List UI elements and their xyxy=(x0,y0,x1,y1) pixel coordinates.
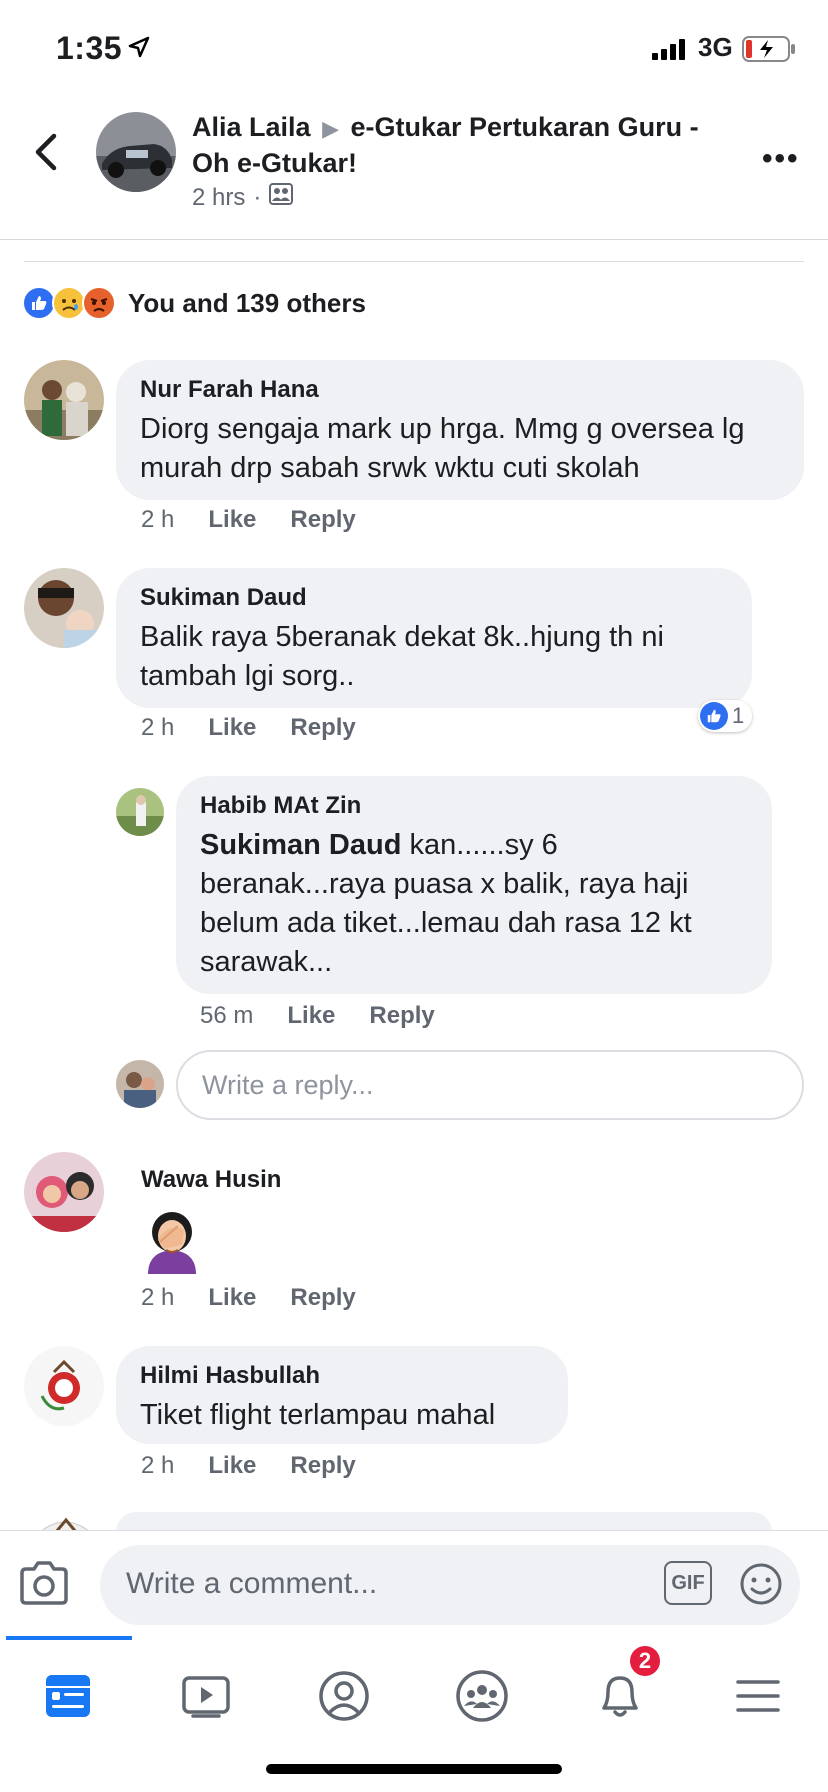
reactions-summary[interactable]: You and 139 others xyxy=(22,286,366,320)
back-button[interactable] xyxy=(30,130,70,180)
reply-button[interactable]: Reply xyxy=(290,506,355,534)
commenter-name[interactable]: Nur Farah Hana xyxy=(140,374,780,406)
camera-icon[interactable] xyxy=(18,1559,70,1612)
comment-actions: 2 h Like Reply xyxy=(141,1452,356,1480)
commenter-name[interactable]: Hilmi Hasbullah xyxy=(140,1360,544,1392)
chevron-left-icon xyxy=(35,133,57,171)
like-button[interactable]: Like xyxy=(208,506,256,534)
meta-separator: · xyxy=(253,183,262,211)
tab-menu[interactable] xyxy=(718,1656,798,1736)
reply-time: 56 m xyxy=(200,1002,254,1029)
comment-time: 2 h xyxy=(141,714,175,741)
comment-time: 2 h xyxy=(141,1284,175,1311)
group-privacy-icon xyxy=(269,183,294,212)
author-name[interactable]: Alia Laila xyxy=(192,112,311,142)
like-button[interactable]: Like xyxy=(208,1284,256,1312)
groups-icon xyxy=(456,1670,508,1722)
more-options-icon[interactable]: ••• xyxy=(762,142,800,176)
comment-actions: 2 h Like Reply xyxy=(141,1284,356,1312)
commenter-avatar[interactable] xyxy=(26,1512,104,1532)
comment-time: 2 h xyxy=(141,506,175,533)
comment-text: Diorg sengaja mark up hrga. Mmg g overse… xyxy=(140,413,745,484)
like-count: 1 xyxy=(732,703,745,728)
tab-groups[interactable] xyxy=(442,1656,522,1736)
my-avatar xyxy=(116,1060,164,1108)
comment-bubble[interactable]: Nur Farah Hana Diorg sengaja mark up hrg… xyxy=(116,360,804,500)
reactions-label: You and 139 others xyxy=(128,287,366,318)
mention-link[interactable]: Sukiman Daud xyxy=(200,829,401,861)
tab-home[interactable] xyxy=(28,1656,108,1736)
comment-time: 2 h xyxy=(141,1452,175,1479)
comment-placeholder: Write a comment... xyxy=(126,1567,378,1600)
angry-reaction-icon xyxy=(82,286,116,320)
divider xyxy=(24,261,804,262)
reply-input[interactable]: Write a reply... xyxy=(176,1050,804,1120)
comment-bubble[interactable] xyxy=(116,1512,772,1532)
comment-bubble[interactable]: Hilmi Hasbullah Tiket flight terlampau m… xyxy=(116,1346,568,1444)
like-button[interactable]: Like xyxy=(208,1452,256,1480)
like-reaction-icon xyxy=(22,286,56,320)
author-avatar[interactable] xyxy=(96,112,176,192)
reply-button[interactable]: Reply xyxy=(290,1284,355,1312)
bell-icon xyxy=(602,1676,638,1717)
post-time[interactable]: 2 hrs xyxy=(192,184,245,212)
post-header: Alia Laila ▶ e-Gtukar Pertukaran Guru - … xyxy=(0,100,828,240)
battery-icon xyxy=(742,36,796,67)
replier-name[interactable]: Habib MAt Zin xyxy=(200,790,748,822)
menu-icon xyxy=(736,1680,780,1712)
commenter-name[interactable]: Wawa Husin xyxy=(141,1164,281,1196)
commenter-avatar[interactable] xyxy=(24,1346,104,1426)
home-indicator xyxy=(266,1764,562,1774)
replier-avatar[interactable] xyxy=(116,788,164,836)
status-time: 1:35 xyxy=(56,30,123,66)
comment-input[interactable]: Write a comment... GIF xyxy=(100,1545,800,1625)
commenter-avatar[interactable] xyxy=(24,360,104,440)
active-tab-indicator xyxy=(6,1636,132,1640)
comment-like-count[interactable]: 1 xyxy=(698,700,753,732)
gif-button[interactable]: GIF xyxy=(664,1561,712,1605)
commenter-avatar[interactable] xyxy=(24,1152,104,1232)
tab-watch[interactable] xyxy=(166,1656,246,1736)
like-button[interactable]: Like xyxy=(208,714,256,742)
sad-reaction-icon xyxy=(52,286,86,320)
reply-button[interactable]: Reply xyxy=(290,714,355,742)
reply-button[interactable]: Reply xyxy=(369,1002,434,1030)
reply-bubble[interactable]: Habib MAt Zin Sukiman Daud kan......sy 6… xyxy=(176,776,772,994)
like-button[interactable]: Like xyxy=(287,1002,335,1030)
triangle-right-icon: ▶ xyxy=(322,116,339,141)
comment-actions: 2 h Like Reply xyxy=(141,506,356,534)
status-bar: 1:35 3G xyxy=(0,0,828,100)
reply-text: Sukiman Daud kan......sy 6 beranak...ray… xyxy=(200,826,748,982)
facepalm-woman-icon xyxy=(138,1204,206,1276)
comment-bubble[interactable]: Sukiman Daud Balik raya 5beranak dekat 8… xyxy=(116,568,752,708)
network-label: 3G xyxy=(698,32,733,62)
comment-text: Balik raya 5beranak dekat 8k..hjung th n… xyxy=(140,621,664,692)
news-feed-icon xyxy=(46,1675,90,1717)
commenter-avatar[interactable] xyxy=(24,568,104,648)
profile-icon xyxy=(319,1671,369,1721)
post-title[interactable]: Alia Laila ▶ e-Gtukar Pertukaran Guru - … xyxy=(192,110,732,181)
emoji-icon[interactable] xyxy=(738,1561,784,1612)
comment-actions: 2 h Like Reply xyxy=(141,714,356,742)
signal-icon xyxy=(652,38,688,65)
tab-profile[interactable] xyxy=(304,1656,384,1736)
reply-button[interactable]: Reply xyxy=(290,1452,355,1480)
comment-text: Tiket flight terlampau mahal xyxy=(140,1399,496,1431)
post-meta: 2 hrs · xyxy=(192,183,294,212)
watch-icon xyxy=(182,1676,230,1718)
commenter-name[interactable]: Sukiman Daud xyxy=(140,582,728,614)
comment-composer: Write a comment... GIF xyxy=(0,1530,828,1636)
like-icon xyxy=(700,702,728,730)
location-arrow-icon xyxy=(128,36,150,63)
reply-actions: 56 m Like Reply xyxy=(200,1002,435,1030)
notification-badge: 2 xyxy=(628,1644,662,1678)
